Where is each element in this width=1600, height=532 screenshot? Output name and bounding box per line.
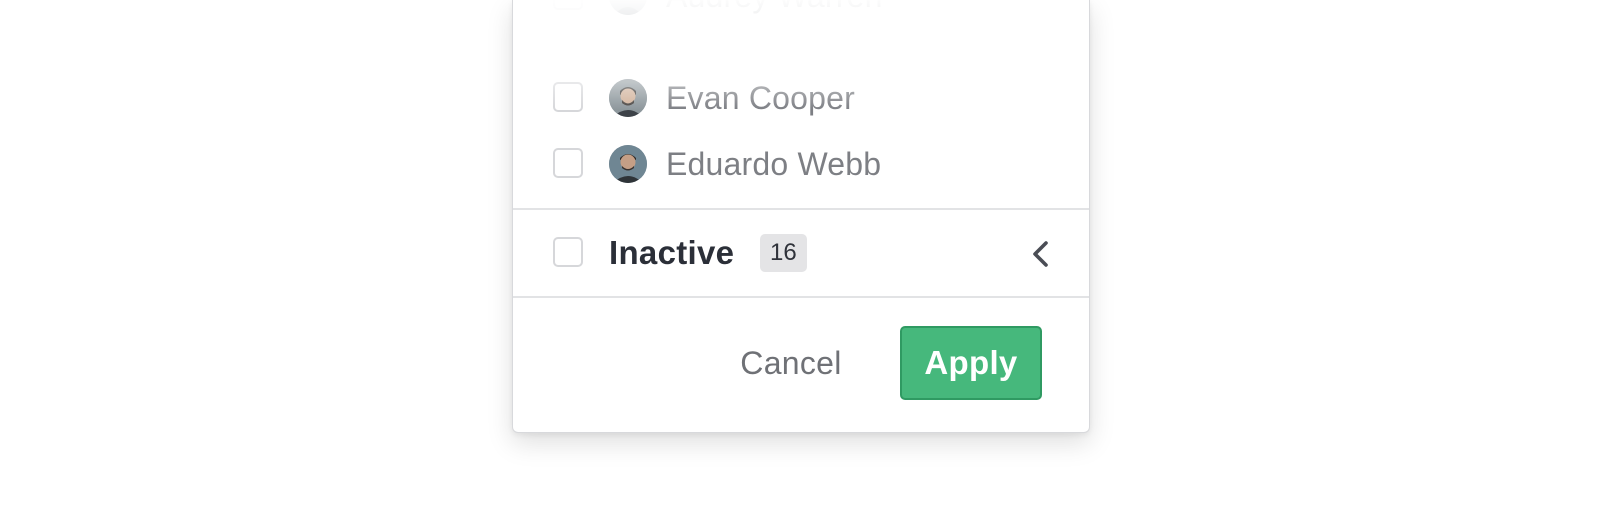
group-label: Inactive xyxy=(609,234,735,271)
people-list: Audrey Warren Evan Cooper xyxy=(513,0,1089,208)
list-item[interactable]: Evan Cooper xyxy=(513,69,1089,129)
person-checkbox[interactable] xyxy=(553,0,583,10)
person-checkbox[interactable] xyxy=(553,82,583,112)
avatar xyxy=(609,145,647,183)
person-name: Audrey Warren xyxy=(666,0,883,17)
canvas: Audrey Warren Evan Cooper xyxy=(0,0,1600,532)
list-item[interactable]: Audrey Warren xyxy=(513,0,1089,27)
person-name: Evan Cooper xyxy=(666,80,855,116)
list-item[interactable]: Eduardo Webb xyxy=(513,135,1089,195)
filter-dropdown-panel: Audrey Warren Evan Cooper xyxy=(512,0,1090,433)
chevron-left-icon[interactable] xyxy=(1025,237,1059,271)
avatar xyxy=(609,79,647,117)
count-badge: 16 xyxy=(760,234,807,272)
group-row-inactive[interactable]: Inactive 16 xyxy=(513,210,1089,296)
person-name: Eduardo Webb xyxy=(666,146,882,182)
apply-button[interactable]: Apply xyxy=(900,326,1042,400)
person-checkbox[interactable] xyxy=(553,148,583,178)
dialog-footer: Cancel Apply xyxy=(513,298,1089,432)
cancel-button[interactable]: Cancel xyxy=(713,326,869,400)
avatar xyxy=(609,0,647,15)
group-checkbox[interactable] xyxy=(553,237,583,267)
